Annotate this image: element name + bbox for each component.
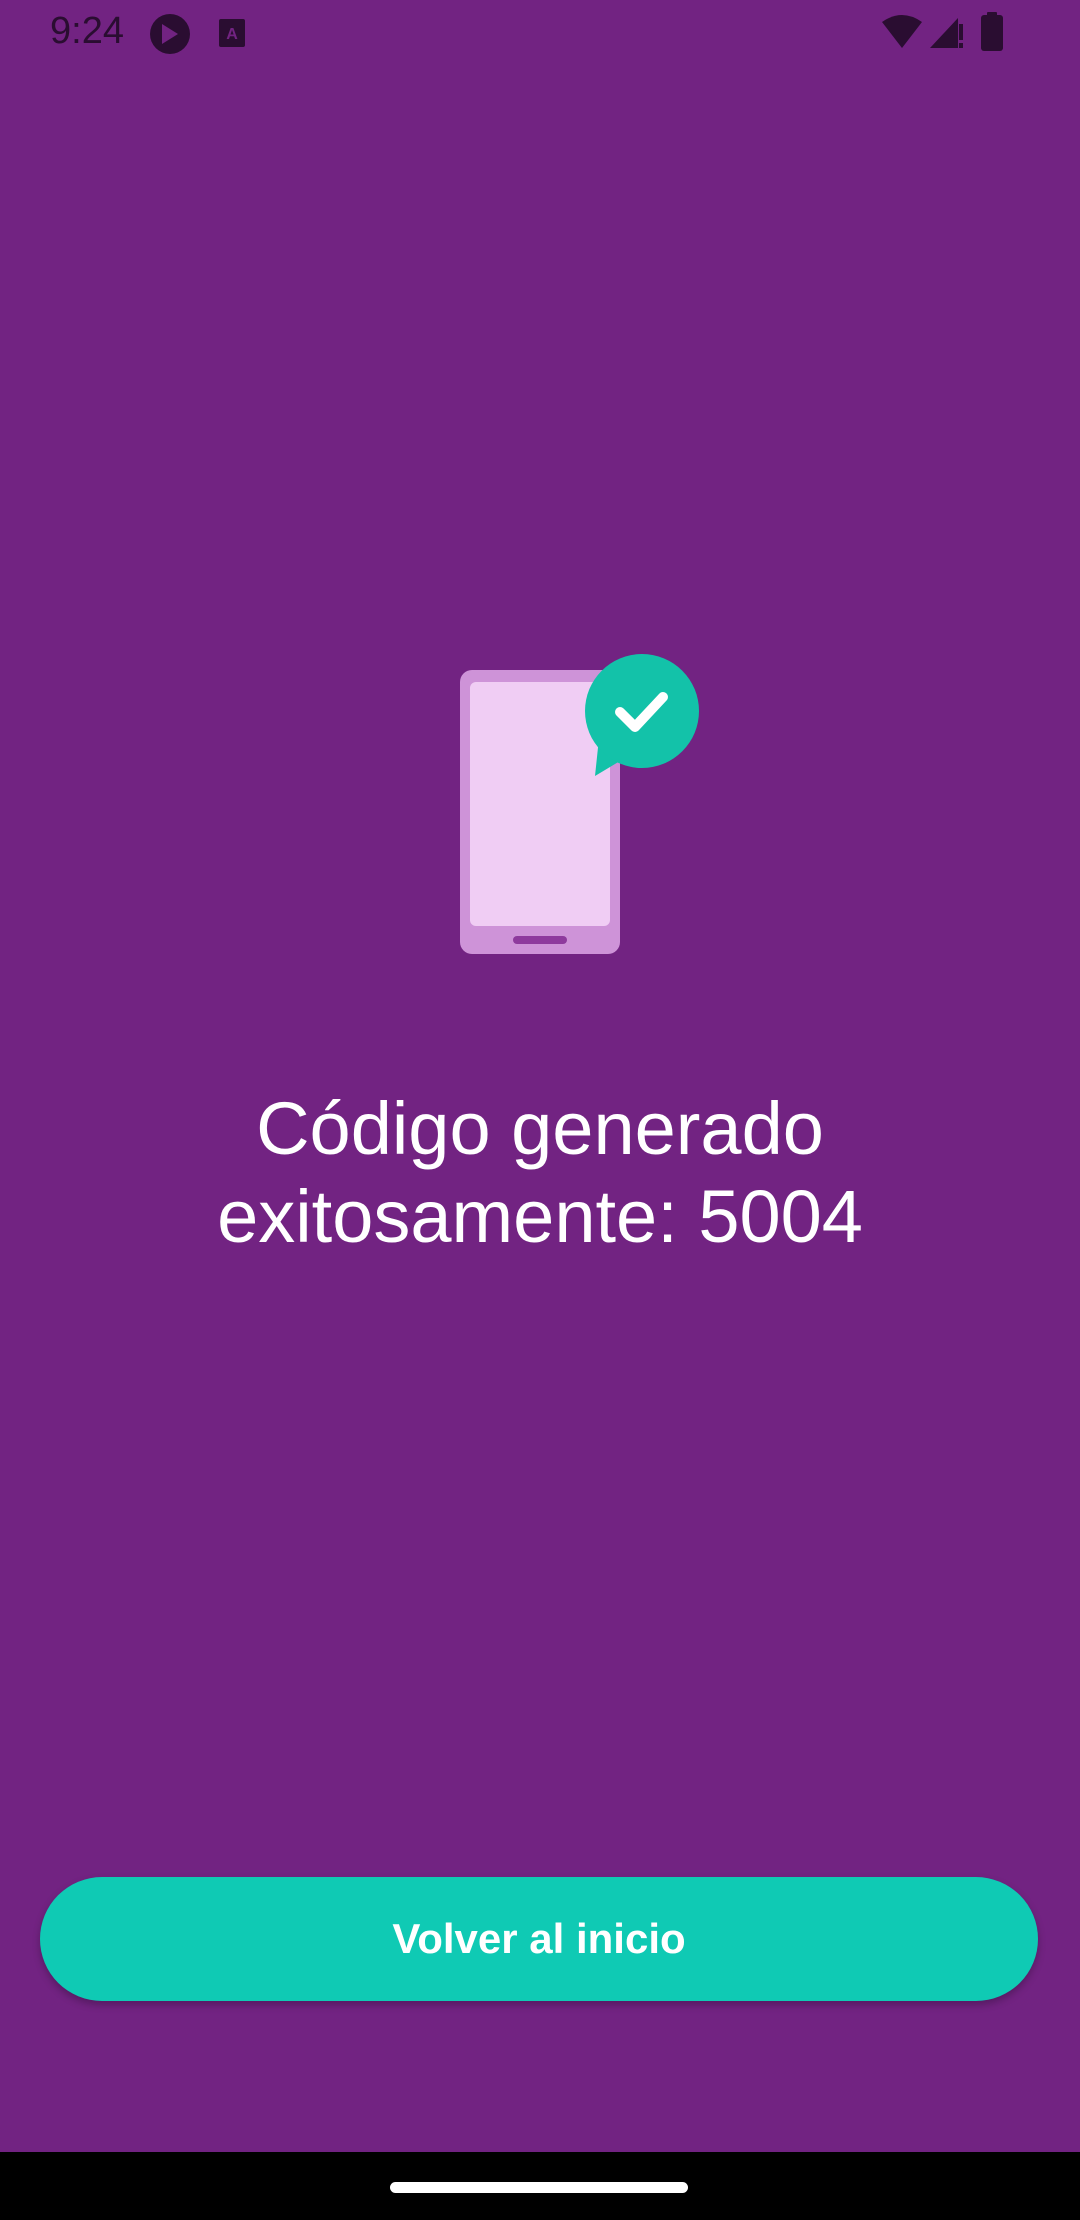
success-message-line-2: exitosamente: 5004 [217,1175,863,1258]
keyboard-a-icon: A [218,18,246,53]
status-time: 9:24 [50,10,124,52]
svg-text:A: A [226,26,238,43]
success-message-line-1: Código generado [256,1087,824,1170]
battery-icon [980,12,1004,57]
success-message: Código generado exitosamente: 5004 [90,1085,990,1261]
wifi-icon [880,14,924,55]
home-gesture-handle[interactable] [390,2182,688,2193]
app-notification-icon [148,12,192,61]
status-bar: 9:24 A [0,0,1080,66]
back-to-home-button[interactable]: Volver al inicio [40,1877,1038,2001]
phone-check-icon [455,650,705,960]
navigation-bar [0,2152,1080,2220]
signal-icon [928,14,964,55]
